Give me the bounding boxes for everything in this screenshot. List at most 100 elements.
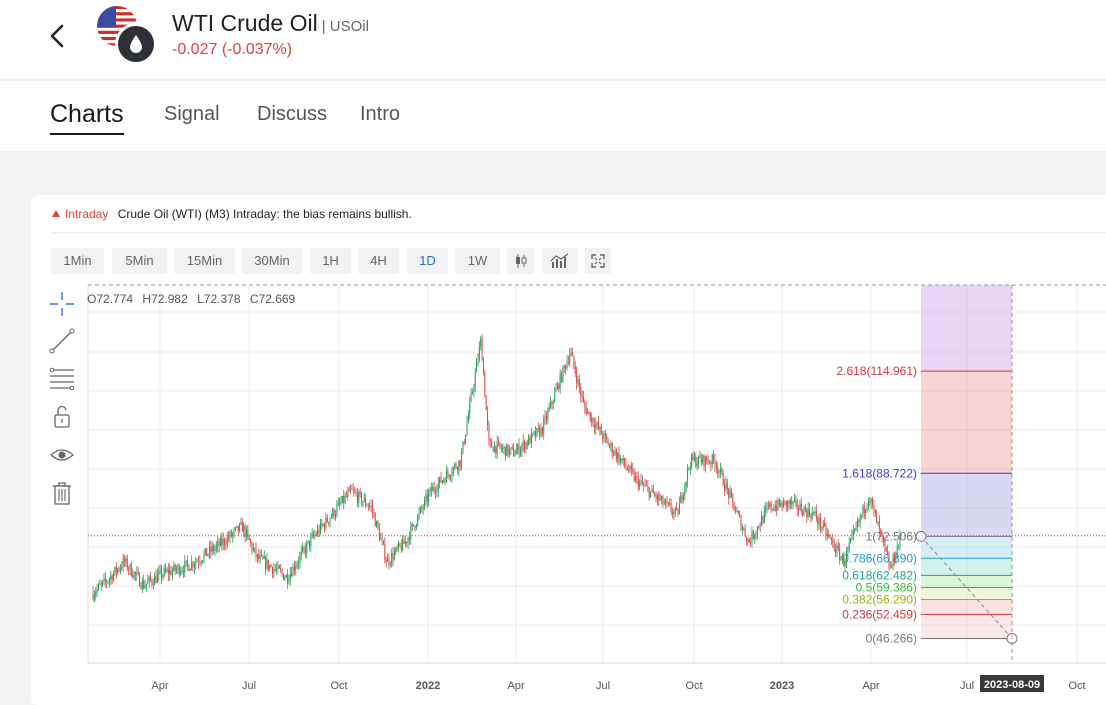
tab-signal[interactable]: Signal (164, 103, 220, 126)
candle-body (888, 555, 890, 567)
x-tick-label: 2023 (770, 680, 794, 692)
candle-body (428, 492, 430, 502)
candle-body (893, 555, 895, 562)
candle-body (496, 441, 498, 454)
candle-body (895, 556, 897, 562)
candle-body (102, 580, 104, 584)
candle-body (140, 586, 142, 589)
candle-body (732, 494, 734, 503)
candle-body (863, 505, 865, 514)
candle-body (265, 556, 267, 569)
candle-body (328, 522, 330, 523)
candle-body (419, 507, 421, 513)
candle-body (862, 505, 864, 515)
candle-body (685, 481, 687, 486)
candle-body (103, 578, 105, 581)
tab-discuss[interactable]: Discuss (257, 103, 327, 126)
candle-body (836, 545, 838, 553)
candle-body (751, 531, 753, 544)
ohlc-low: 72.378 (204, 292, 241, 306)
candle-body (661, 496, 663, 499)
candle-body (559, 373, 561, 390)
candle-body (645, 485, 647, 487)
candle-body (711, 454, 713, 465)
fib-level-label: 1.618(88.722) (842, 466, 917, 480)
candle-body (111, 575, 113, 581)
candle-body (141, 580, 143, 589)
candle-body (881, 532, 883, 537)
candle-body (807, 508, 809, 518)
candle-body (562, 366, 564, 382)
candle-body (422, 507, 424, 509)
back-button[interactable] (44, 20, 74, 52)
candle-body (324, 524, 326, 529)
candle-body (891, 566, 893, 568)
candle-body (581, 395, 583, 397)
candle-body (785, 500, 787, 507)
candle-body (561, 373, 563, 382)
candle-body (474, 372, 476, 387)
candle-body (556, 384, 558, 389)
candle-body (769, 502, 771, 507)
x-tick-label: 2022 (416, 680, 440, 692)
candle-body (782, 500, 784, 508)
candle-body (678, 502, 680, 515)
candle-body (211, 546, 213, 552)
candle-body (387, 558, 389, 562)
candle-body (251, 542, 253, 551)
candle-body (376, 521, 378, 527)
candle-body (106, 581, 108, 583)
tab-charts[interactable]: Charts (50, 100, 124, 129)
candle-body (558, 384, 560, 390)
candle-body (576, 373, 578, 384)
candle-body (670, 504, 672, 512)
candle-body (119, 567, 121, 570)
x-tick-label: Jul (596, 680, 610, 692)
candle-body (196, 561, 198, 562)
candle-body (458, 460, 460, 471)
candle-body (740, 516, 742, 530)
candle-body (804, 507, 806, 511)
candle-body (193, 564, 195, 567)
candle-body (250, 540, 252, 543)
cursor-date-label: 2023-08-09 (984, 679, 1040, 691)
candle-body (548, 407, 550, 411)
candle-body (487, 409, 489, 426)
price-chart[interactable]: Apr Jul Oct 2022 Apr Jul Oct 2023 Apr Jul Oct 2.61… (31, 195, 1106, 705)
instrument-title: WTI Crude Oil | USOil (172, 10, 369, 37)
candle-body (197, 561, 199, 563)
candle-body (552, 401, 554, 404)
tab-intro[interactable]: Intro (360, 103, 400, 126)
candle-body (595, 424, 597, 429)
candle-body (266, 559, 268, 569)
candle-body (424, 499, 426, 508)
candle-body (136, 572, 138, 575)
candle-body (714, 459, 716, 467)
fib-zone (921, 558, 1012, 576)
candle-body (470, 392, 472, 402)
candle-body (737, 511, 739, 514)
candle-body (110, 575, 112, 579)
candle-body (525, 442, 527, 450)
candle-body (117, 568, 119, 573)
candle-body (359, 491, 361, 494)
candle-body (602, 434, 604, 439)
candle-body (503, 446, 505, 449)
candle-body (689, 466, 691, 469)
candle-body (358, 491, 360, 503)
candle-body (852, 530, 854, 535)
candle-body (715, 466, 717, 468)
candle-body (210, 546, 212, 552)
fib-anchor-start[interactable] (915, 530, 927, 542)
candle-body (406, 541, 408, 544)
candle-body (161, 569, 162, 578)
candle-body (729, 491, 731, 498)
candle-body (793, 499, 795, 502)
candle-body (717, 467, 719, 473)
fib-zone (921, 473, 1012, 537)
candle-body (450, 476, 452, 478)
candle-body (462, 441, 464, 453)
candle-body (654, 493, 656, 496)
candle-body (176, 569, 178, 571)
candle-body (500, 446, 502, 450)
